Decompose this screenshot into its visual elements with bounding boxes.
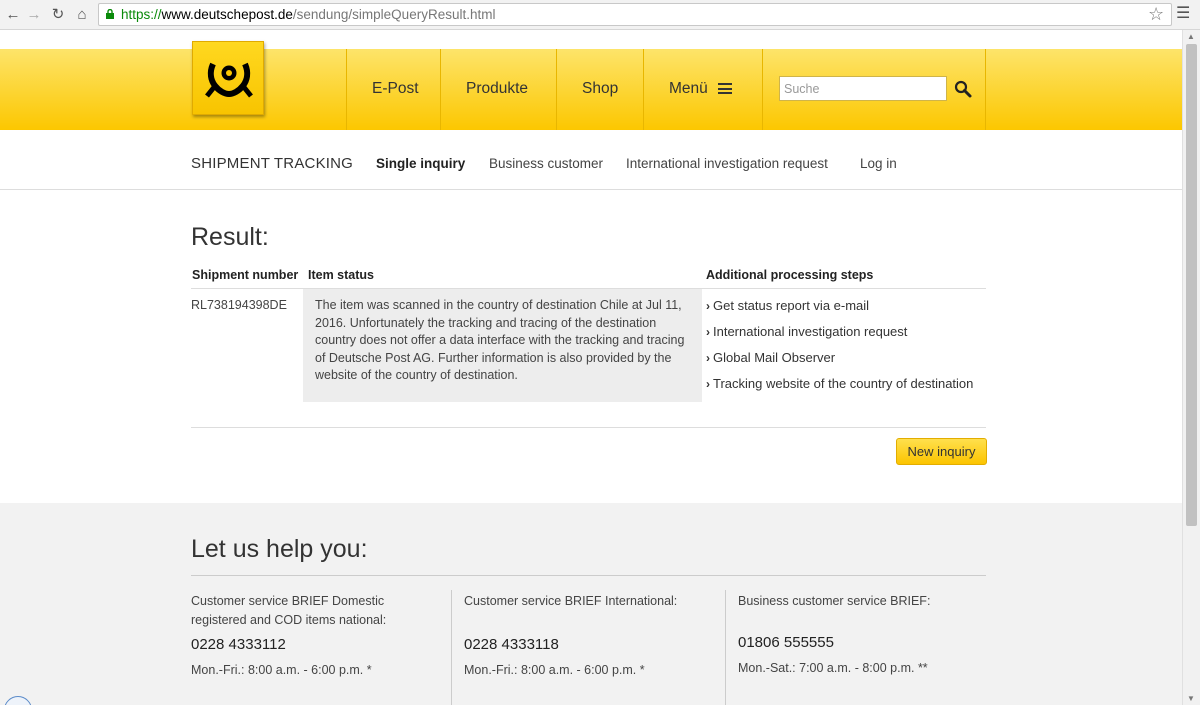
column-header-item-status: Item status <box>308 268 374 282</box>
browser-menu-icon[interactable]: ☰ <box>1176 4 1190 24</box>
help-title-domestic: Customer service BRIEF Domestic register… <box>191 594 387 627</box>
address-bar[interactable]: https://www.deutschepost.de/sendung/simp… <box>98 3 1172 26</box>
chevron-right-icon: › <box>706 351 710 365</box>
column-header-processing-steps: Additional processing steps <box>706 268 874 282</box>
bookmark-star-icon[interactable]: ☆ <box>1148 4 1164 24</box>
chevron-right-icon: › <box>706 325 710 339</box>
result-divider <box>191 427 986 428</box>
browser-toolbar: ← → ↻ ⌂ https://www.deutschepost.de/send… <box>0 0 1200 30</box>
step-link-label: Global Mail Observer <box>713 350 836 365</box>
search-input[interactable] <box>779 76 947 101</box>
step-link-label: Tracking website of the country of desti… <box>713 376 974 391</box>
nav-divider <box>985 49 986 130</box>
help-phone-business[interactable]: 01806 555555 <box>738 634 834 651</box>
url-scheme: https:// <box>121 7 162 22</box>
subnav-international-investigation[interactable]: International investigation request <box>626 156 828 171</box>
help-divider <box>191 575 986 576</box>
reload-icon[interactable]: ↻ <box>49 6 67 24</box>
subnav-log-in[interactable]: Log in <box>860 156 897 171</box>
deutsche-post-logo[interactable] <box>192 41 264 115</box>
scroll-up-icon[interactable]: ▲ <box>1187 32 1195 41</box>
nav-menu-label: Menü <box>669 80 708 97</box>
nav-divider <box>440 49 441 130</box>
step-link-label: Get status report via e-mail <box>713 298 870 313</box>
new-inquiry-button[interactable]: New inquiry <box>896 438 987 465</box>
column-header-shipment-number: Shipment number <box>192 268 299 282</box>
back-arrow-icon[interactable]: ← <box>4 6 22 24</box>
scroll-down-icon[interactable]: ▼ <box>1187 694 1195 703</box>
result-heading: Result: <box>191 223 269 251</box>
hamburger-icon <box>717 83 732 95</box>
search-icon[interactable] <box>952 78 974 100</box>
home-icon[interactable]: ⌂ <box>73 6 91 24</box>
url-host: www.deutschepost.de <box>161 7 293 22</box>
nav-divider <box>643 49 644 130</box>
step-link-investigation-request[interactable]: › International investigation request <box>706 324 907 339</box>
step-link-global-mail-observer[interactable]: › Global Mail Observer <box>706 350 835 365</box>
help-phone-domestic[interactable]: 0228 4333112 <box>191 636 286 653</box>
section-title: SHIPMENT TRACKING <box>191 155 354 172</box>
posthorn-icon <box>205 62 253 98</box>
step-link-destination-tracking[interactable]: › Tracking website of the country of dest… <box>706 376 973 391</box>
url-path: /sendung/simpleQueryResult.html <box>292 7 496 22</box>
nav-item-produkte[interactable]: Produkte <box>466 79 528 99</box>
nav-divider <box>762 49 763 130</box>
step-link-status-email[interactable]: › Get status report via e-mail <box>706 298 869 313</box>
column-divider <box>725 590 726 705</box>
chevron-right-icon: › <box>706 299 710 313</box>
nav-divider <box>346 49 347 130</box>
nav-divider <box>556 49 557 130</box>
chevron-right-icon: › <box>706 377 710 391</box>
subnav-business-customer[interactable]: Business customer <box>489 156 603 171</box>
forward-arrow-icon[interactable]: → <box>25 6 43 24</box>
column-divider <box>451 590 452 705</box>
help-hours-international: Mon.-Fri.: 8:00 a.m. - 6:00 p.m. * <box>464 663 645 677</box>
help-title-international: Customer service BRIEF International: <box>464 594 678 608</box>
help-phone-international[interactable]: 0228 4333118 <box>464 636 559 653</box>
nav-item-menu[interactable]: Menü <box>669 79 732 99</box>
help-hours-business: Mon.-Sat.: 7:00 a.m. - 8:00 p.m. ** <box>738 661 928 675</box>
page-scrollbar[interactable]: ▲ ▼ <box>1182 30 1200 705</box>
item-status: The item was scanned in the country of d… <box>303 289 702 402</box>
nav-item-e-post[interactable]: E-Post <box>372 79 419 99</box>
help-hours-domestic: Mon.-Fri.: 8:00 a.m. - 6:00 p.m. * <box>191 663 372 677</box>
nav-item-shop[interactable]: Shop <box>582 79 618 99</box>
scroll-thumb[interactable] <box>1186 44 1197 526</box>
shipment-number: RL738194398DE <box>191 298 287 312</box>
subnav-single-inquiry[interactable]: Single inquiry <box>376 156 465 171</box>
lock-icon <box>106 9 114 19</box>
step-link-label: International investigation request <box>713 324 908 339</box>
help-heading: Let us help you: <box>191 535 368 563</box>
help-title-business: Business customer service BRIEF: <box>738 594 931 608</box>
